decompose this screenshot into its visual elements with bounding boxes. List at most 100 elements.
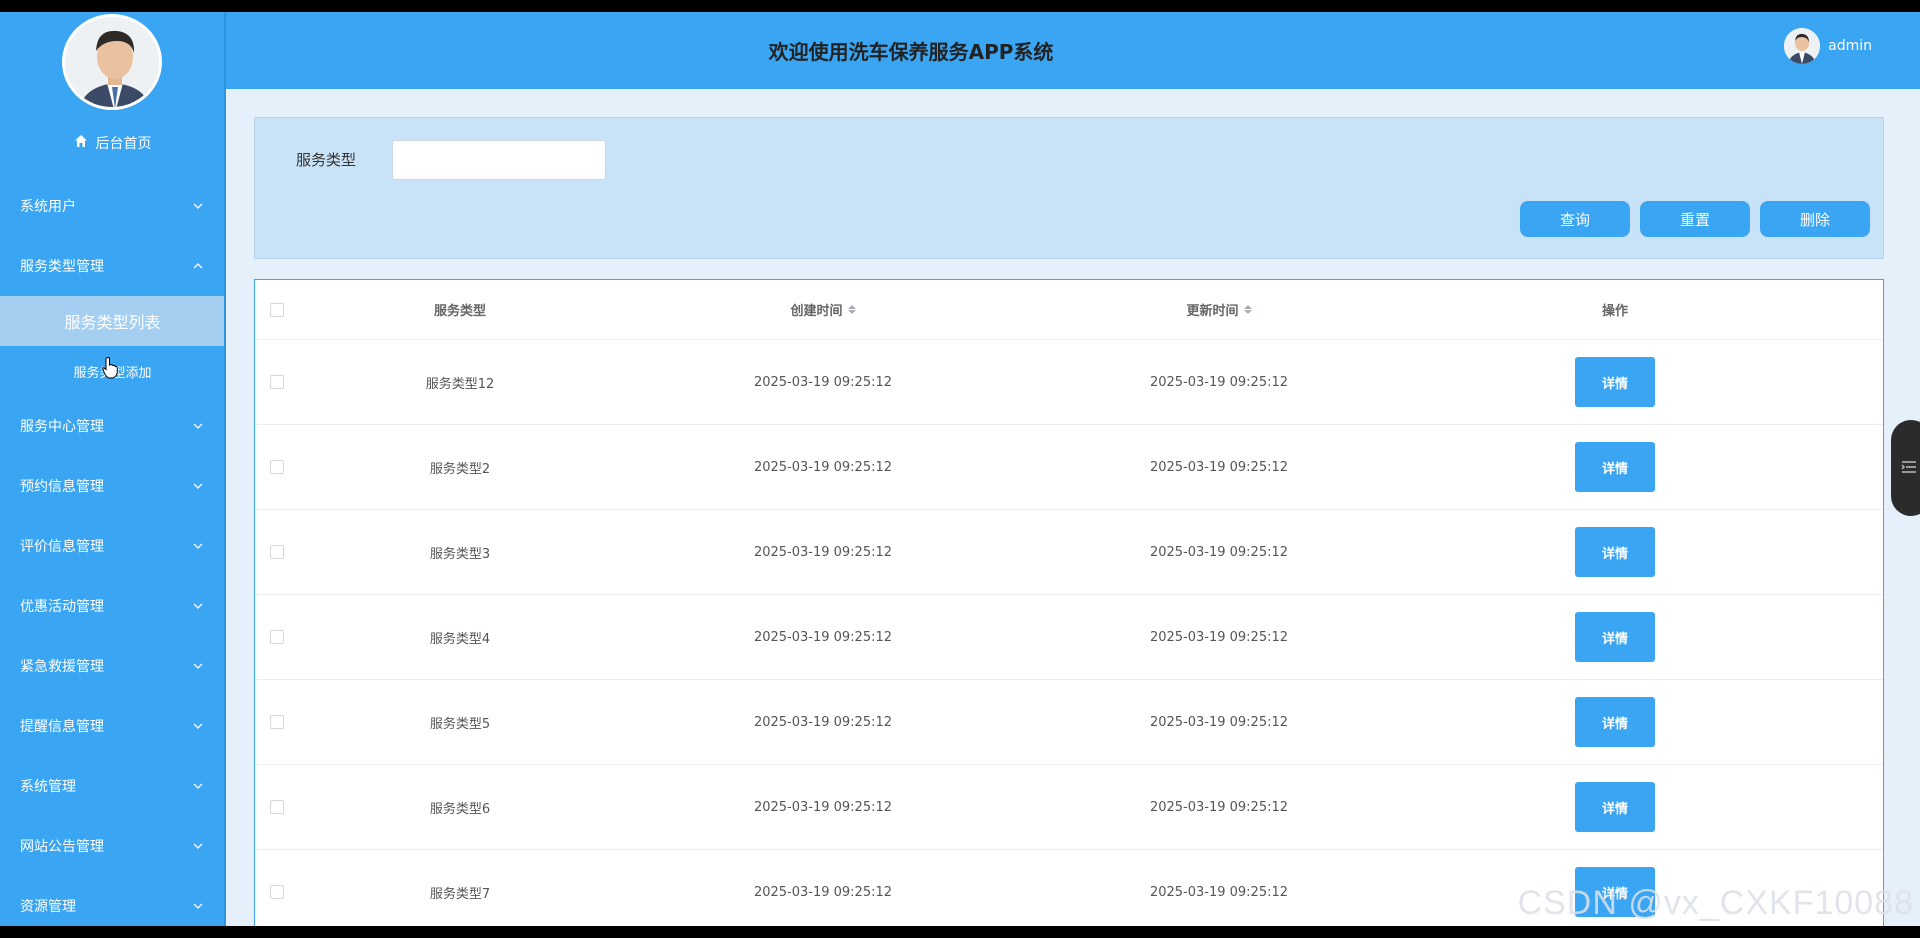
search-label: 服务类型 — [296, 150, 357, 169]
cell-updated: 2025-03-19 09:25:12 — [1149, 629, 1289, 645]
sidebar-item-label: 提醒信息管理 — [20, 719, 104, 735]
row-checkbox[interactable] — [270, 630, 284, 644]
cell-type: 服务类型12 — [425, 376, 495, 392]
sidebar-item-rescue[interactable]: 紧急救援管理 — [0, 636, 225, 696]
detail-button[interactable]: 详情 — [1575, 442, 1655, 492]
mouse-cursor-icon — [102, 357, 118, 383]
sidebar-item-announcement[interactable]: 网站公告管理 — [0, 816, 225, 876]
menu-list-icon — [1901, 459, 1917, 478]
row-checkbox[interactable] — [270, 460, 284, 474]
table-header-row: 服务类型 创建时间 更新时间 操作 — [255, 280, 1883, 340]
chevron-down-icon — [191, 839, 205, 853]
service-type-search-input[interactable] — [392, 140, 606, 180]
username: admin — [1828, 38, 1872, 54]
table-row: 服务类型5 2025-03-19 09:25:12 2025-03-19 09:… — [255, 680, 1883, 765]
sidebar-item-review[interactable]: 评价信息管理 — [0, 516, 225, 576]
cell-operation: 详情 — [1417, 340, 1813, 424]
column-header-label: 更新时间 — [1186, 304, 1239, 319]
sidebar-item-system[interactable]: 系统管理 — [0, 756, 225, 816]
table-row: 服务类型12 2025-03-19 09:25:12 2025-03-19 09… — [255, 340, 1883, 425]
cell-operation: 详情 — [1417, 510, 1813, 594]
sidebar-item-label: 服务类型管理 — [20, 259, 104, 275]
cell-type: 服务类型3 — [429, 546, 491, 562]
row-checkbox[interactable] — [270, 375, 284, 389]
row-check-cell — [265, 765, 289, 849]
detail-button[interactable]: 详情 — [1575, 527, 1655, 577]
chevron-down-icon — [191, 659, 205, 673]
row-check-cell — [265, 340, 289, 424]
cell-type: 服务类型6 — [429, 801, 491, 817]
app-frame: 后台首页 系统用户 服务类型管理 服务类型列表 服务类型添加 — [0, 12, 1920, 926]
detail-button[interactable]: 详情 — [1575, 782, 1655, 832]
column-header-updated[interactable]: 更新时间 — [1021, 280, 1417, 339]
sidebar-item-label: 评价信息管理 — [20, 539, 104, 555]
cell-created: 2025-03-19 09:25:12 — [753, 799, 893, 815]
sidebar-item-label: 优惠活动管理 — [20, 599, 104, 615]
home-link[interactable]: 后台首页 — [0, 128, 225, 158]
chevron-down-icon — [191, 419, 205, 433]
chevron-down-icon — [191, 599, 205, 613]
cell-type: 服务类型7 — [429, 886, 491, 902]
row-checkbox[interactable] — [270, 715, 284, 729]
cell-type: 服务类型2 — [429, 461, 491, 477]
cell-updated: 2025-03-19 09:25:12 — [1149, 544, 1289, 560]
row-check-cell — [265, 425, 289, 509]
reset-button[interactable]: 重置 — [1640, 201, 1750, 237]
cell-operation: 详情 — [1417, 595, 1813, 679]
row-checkbox[interactable] — [270, 885, 284, 899]
chevron-down-icon — [191, 539, 205, 553]
top-header: 欢迎使用洗车保养服务APP系统 admin — [226, 12, 1920, 89]
submenu-item-label: 服务类型列表 — [64, 313, 161, 332]
sidebar-item-promotion[interactable]: 优惠活动管理 — [0, 576, 225, 636]
delete-button[interactable]: 删除 — [1760, 201, 1870, 237]
chevron-down-icon — [191, 899, 205, 913]
column-header-created[interactable]: 创建时间 — [625, 280, 1021, 339]
cell-created: 2025-03-19 09:25:12 — [753, 544, 893, 560]
search-panel: 服务类型 查询 重置 删除 — [254, 117, 1884, 259]
chevron-down-icon — [191, 779, 205, 793]
chevron-down-icon — [191, 479, 205, 493]
table-row: 服务类型4 2025-03-19 09:25:12 2025-03-19 09:… — [255, 595, 1883, 680]
detail-button[interactable]: 详情 — [1575, 357, 1655, 407]
row-check-cell — [265, 510, 289, 594]
row-check-cell — [265, 850, 289, 926]
watermark: CSDN @vx_CXKF10088 — [1517, 884, 1914, 922]
cell-type: 服务类型4 — [429, 631, 491, 647]
sidebar-item-reminder[interactable]: 提醒信息管理 — [0, 696, 225, 756]
sidebar-item-label: 系统管理 — [20, 779, 76, 795]
detail-button[interactable]: 详情 — [1575, 612, 1655, 662]
submenu-item-service-type-list[interactable]: 服务类型列表 — [0, 296, 225, 346]
chevron-up-icon — [191, 259, 205, 273]
cell-updated: 2025-03-19 09:25:12 — [1149, 459, 1289, 475]
user-menu[interactable]: admin — [1784, 28, 1872, 64]
service-type-table: 服务类型 创建时间 更新时间 操作 服务类型12 2025-03-19 09:2… — [254, 279, 1884, 926]
column-header-operation: 操作 — [1601, 304, 1628, 319]
side-panel-toggle[interactable] — [1891, 420, 1920, 516]
select-all-checkbox[interactable] — [270, 302, 284, 317]
sidebar-avatar — [62, 14, 162, 110]
row-checkbox[interactable] — [270, 545, 284, 559]
sidebar-item-label: 服务中心管理 — [20, 419, 104, 435]
table-row: 服务类型6 2025-03-19 09:25:12 2025-03-19 09:… — [255, 765, 1883, 850]
sort-icon[interactable] — [847, 305, 856, 314]
row-check-cell — [265, 680, 289, 764]
sidebar-item-service-center[interactable]: 服务中心管理 — [0, 396, 225, 456]
cell-updated: 2025-03-19 09:25:12 — [1149, 799, 1289, 815]
home-icon — [74, 134, 88, 152]
column-header-type: 服务类型 — [433, 304, 486, 319]
chevron-down-icon — [191, 719, 205, 733]
cell-created: 2025-03-19 09:25:12 — [753, 714, 893, 730]
detail-button[interactable]: 详情 — [1575, 697, 1655, 747]
select-all-cell — [265, 280, 289, 339]
cell-updated: 2025-03-19 09:25:12 — [1149, 884, 1289, 900]
sidebar-item-system-users[interactable]: 系统用户 — [0, 176, 225, 236]
sort-icon[interactable] — [1243, 305, 1252, 314]
cell-operation: 详情 — [1417, 680, 1813, 764]
sidebar-item-service-type-management[interactable]: 服务类型管理 — [0, 236, 225, 296]
chevron-down-icon — [191, 199, 205, 213]
sidebar-item-label: 资源管理 — [20, 899, 76, 915]
query-button[interactable]: 查询 — [1520, 201, 1630, 237]
sidebar-item-resource[interactable]: 资源管理 — [0, 876, 225, 926]
row-checkbox[interactable] — [270, 800, 284, 814]
sidebar-item-appointment[interactable]: 预约信息管理 — [0, 456, 225, 516]
